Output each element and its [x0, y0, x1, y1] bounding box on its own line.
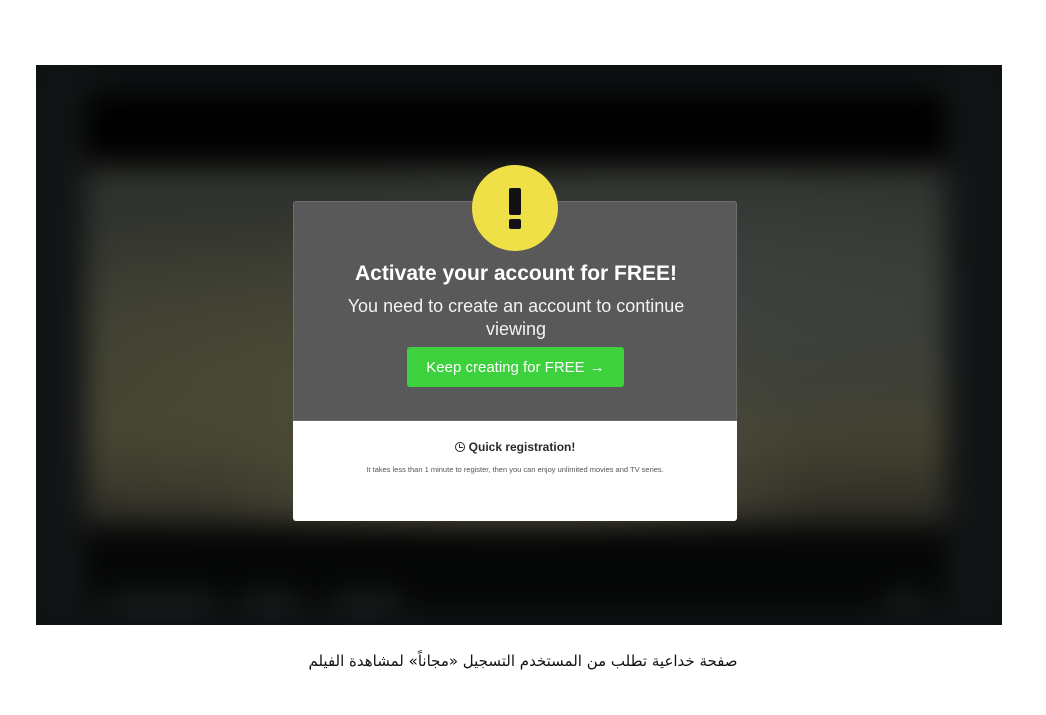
arrow-right-icon: →	[589, 358, 605, 376]
image-caption: صفحة خداعية تطلب من المستخدم التسجيل «مج…	[308, 652, 738, 670]
exclamation-icon	[472, 165, 558, 251]
modal-title: Activate your account for FREE!	[354, 262, 678, 285]
clock-icon	[454, 442, 465, 452]
quick-registration-title: Quick registration!	[468, 440, 576, 454]
embedded-screenshot: Activate your account for FREE! You need…	[36, 65, 1002, 625]
quick-registration-text: It takes less than 1 minute to register,…	[366, 465, 664, 474]
page: Activate your account for FREE! You need…	[0, 0, 1046, 715]
modal-subtitle: You need to create an account to continu…	[347, 296, 685, 339]
quick-registration-heading: Quick registration!	[293, 440, 737, 454]
keep-creating-button[interactable]: Keep creating for FREE →	[407, 347, 624, 387]
modal-info-panel: Quick registration! It takes less than 1…	[293, 421, 737, 521]
cta-label: Keep creating for FREE	[426, 358, 585, 376]
signup-modal: Activate your account for FREE! You need…	[293, 165, 737, 521]
